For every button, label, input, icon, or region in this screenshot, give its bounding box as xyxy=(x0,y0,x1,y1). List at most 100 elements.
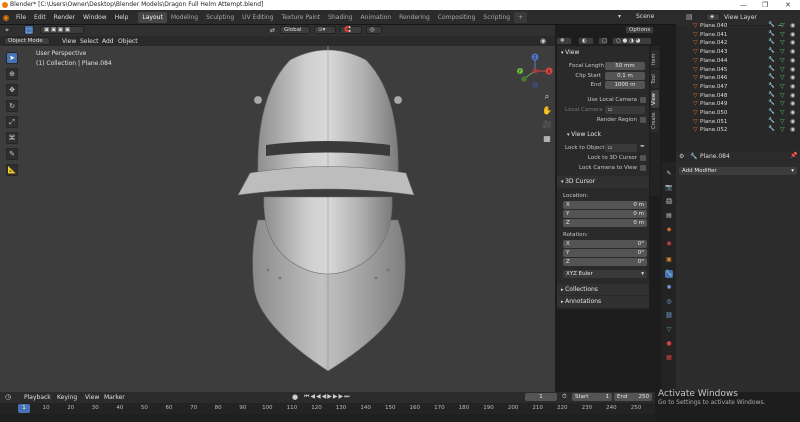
annotations-panel-header[interactable]: ▸ Annotations xyxy=(557,296,649,307)
select-box-icon[interactable]: ⬚ xyxy=(24,25,34,35)
eye-icon[interactable]: ◉ xyxy=(790,57,795,64)
menu-render[interactable]: Render xyxy=(50,14,79,21)
eye-icon[interactable]: ◉ xyxy=(790,48,795,55)
orientation-icon[interactable]: ⇄ xyxy=(270,27,275,34)
view-section-header[interactable]: ▾ View xyxy=(561,49,579,56)
menu-file[interactable]: File xyxy=(12,14,30,21)
eye-icon[interactable]: ◉ xyxy=(790,109,795,116)
maximize-button[interactable]: ❐ xyxy=(762,1,768,9)
menu-select[interactable]: Select xyxy=(80,38,99,45)
outliner-editor-icon[interactable]: ▤ xyxy=(686,13,693,21)
menu-playback[interactable]: Playback xyxy=(24,394,51,401)
pan-hand-icon[interactable]: ✋ xyxy=(541,106,553,120)
view-layer-properties-icon[interactable]: ▤ xyxy=(665,212,673,220)
rotate-tool-icon[interactable]: ↻ xyxy=(6,100,18,112)
end-frame-field[interactable]: End 250 xyxy=(614,393,652,401)
pin-icon[interactable]: 📌 xyxy=(790,152,797,159)
clock-icon[interactable]: ⏱ xyxy=(562,393,567,401)
location-x-field[interactable]: X0 m xyxy=(563,201,647,209)
3d-cursor-header[interactable]: ▾ 3D Cursor xyxy=(557,176,649,188)
view-lock-header[interactable]: ▾ View Lock xyxy=(567,131,601,138)
pivot-icon[interactable]: ⊙▾ xyxy=(314,26,336,34)
tab-shading[interactable]: Shading xyxy=(324,12,356,23)
scene-properties-icon[interactable]: ◆ xyxy=(665,226,673,234)
3d-viewport[interactable] xyxy=(0,25,555,392)
view-layer-icon[interactable]: ◈ xyxy=(706,13,720,21)
scene-selector[interactable]: Scene xyxy=(632,13,658,20)
eye-icon[interactable]: ◉ xyxy=(790,83,795,90)
menu-view[interactable]: View xyxy=(62,38,76,45)
rotation-z-field[interactable]: Z 0° xyxy=(563,258,647,266)
tab-item[interactable]: Item xyxy=(651,50,659,68)
clip-end-field[interactable]: 1000 m xyxy=(605,81,645,89)
playback-controls-icon[interactable]: ⏮◀◀◀▶▶▶⏭ xyxy=(304,393,351,401)
scene-icon[interactable]: ▾ xyxy=(618,13,621,20)
eye-icon[interactable]: ◉ xyxy=(790,39,795,46)
minimize-button[interactable]: — xyxy=(740,1,747,9)
timeline-editor-icon[interactable]: ◷ xyxy=(5,393,11,401)
editor-type-icon[interactable]: ⌖ xyxy=(5,26,9,35)
data-properties-icon[interactable]: ▽ xyxy=(665,326,673,334)
eye-icon[interactable]: ◉ xyxy=(790,31,795,38)
orientation-selector[interactable]: Global xyxy=(280,26,310,34)
object-properties-icon[interactable]: ▣ xyxy=(665,256,673,264)
collections-panel-header[interactable]: ▸ Collections xyxy=(557,284,649,295)
menu-help[interactable]: Help xyxy=(111,14,133,21)
select-tool-icon[interactable]: ➤ xyxy=(6,52,18,64)
texture-properties-icon[interactable]: ▦ xyxy=(665,354,673,362)
constraints-properties-icon[interactable]: ⛓ xyxy=(665,312,673,320)
tab-animation[interactable]: Animation xyxy=(357,12,396,23)
location-z-field[interactable]: Z0 m xyxy=(563,219,647,227)
render-region-checkbox[interactable] xyxy=(640,117,646,123)
snap-icon[interactable]: 🧲 xyxy=(340,26,362,34)
material-properties-icon[interactable]: ● xyxy=(665,340,673,348)
cursor-tool-icon[interactable]: ⊕ xyxy=(6,68,18,80)
output-properties-icon[interactable]: 🖨 xyxy=(665,198,673,206)
eye-icon[interactable]: ◉ xyxy=(790,118,795,125)
timeline-area[interactable] xyxy=(0,414,655,422)
use-local-camera-checkbox[interactable] xyxy=(640,97,646,103)
proportional-edit-icon[interactable]: ◎ xyxy=(366,26,382,34)
menu-timeline-view[interactable]: View xyxy=(85,394,99,401)
world-properties-icon[interactable]: ◉ xyxy=(665,240,673,248)
selection-mode-buttons[interactable]: ▣ ▣ ▣ ▣ xyxy=(40,26,84,34)
tab-compositing[interactable]: Compositing xyxy=(434,12,480,23)
tab-create[interactable]: Create xyxy=(651,110,659,132)
tab-sculpting[interactable]: Sculpting xyxy=(202,12,238,23)
view-layer-selector[interactable]: View Layer xyxy=(724,14,757,21)
lock-to-3d-cursor-checkbox[interactable] xyxy=(640,155,646,161)
annotate-tool-icon[interactable]: ✎ xyxy=(6,148,18,160)
local-camera-field[interactable]: ▫ xyxy=(605,106,645,114)
lock-to-object-field[interactable]: ▫ xyxy=(605,144,637,152)
close-button[interactable]: ✕ xyxy=(785,1,791,9)
menu-object[interactable]: Object xyxy=(118,38,138,45)
tab-modeling[interactable]: Modeling xyxy=(167,12,202,23)
clip-start-field[interactable]: 0.1 m xyxy=(605,72,645,80)
menu-marker[interactable]: Marker xyxy=(104,394,125,401)
outliner-item[interactable]: ▽ Plane.052 🔧 ▽ ◉ xyxy=(676,126,800,136)
tab-view[interactable]: View xyxy=(651,90,659,108)
navigation-gizmo[interactable]: Z X Y xyxy=(512,52,556,90)
measure-tool-icon[interactable]: 📐 xyxy=(6,164,18,176)
add-modifier-dropdown[interactable]: Add Modifier ▾ xyxy=(679,167,797,175)
eye-icon[interactable]: ◉ xyxy=(790,66,795,73)
physics-properties-icon[interactable]: ◎ xyxy=(665,298,673,306)
lock-camera-checkbox[interactable] xyxy=(640,165,646,171)
record-icon[interactable]: ● xyxy=(292,393,298,401)
tab-uv-editing[interactable]: UV Editing xyxy=(238,12,277,23)
render-properties-icon[interactable]: 📷 xyxy=(665,184,673,192)
shading-mode-icons[interactable]: ○ ● ◑ ◕ xyxy=(612,37,652,45)
menu-edit[interactable]: Edit xyxy=(30,14,50,21)
overlay-toggle-icon[interactable]: ◐ xyxy=(578,37,594,45)
properties-editor-icon[interactable]: ⚙ xyxy=(679,153,684,160)
camera-view-icon[interactable]: 🎥 xyxy=(541,120,553,134)
blender-menu-icon[interactable]: ◉ xyxy=(0,13,12,22)
rotation-mode-dropdown[interactable]: XYZ Euler ▾ xyxy=(563,270,647,278)
options-button[interactable]: Options xyxy=(625,26,655,34)
scale-tool-icon[interactable]: ⤢ xyxy=(6,116,18,128)
menu-window[interactable]: Window xyxy=(79,14,111,21)
location-y-field[interactable]: Y0 m xyxy=(563,210,647,218)
add-workspace-button[interactable]: + xyxy=(514,11,528,23)
zoom-icon[interactable]: ⌕ xyxy=(541,92,553,106)
ortho-grid-icon[interactable]: ▦ xyxy=(541,134,553,148)
